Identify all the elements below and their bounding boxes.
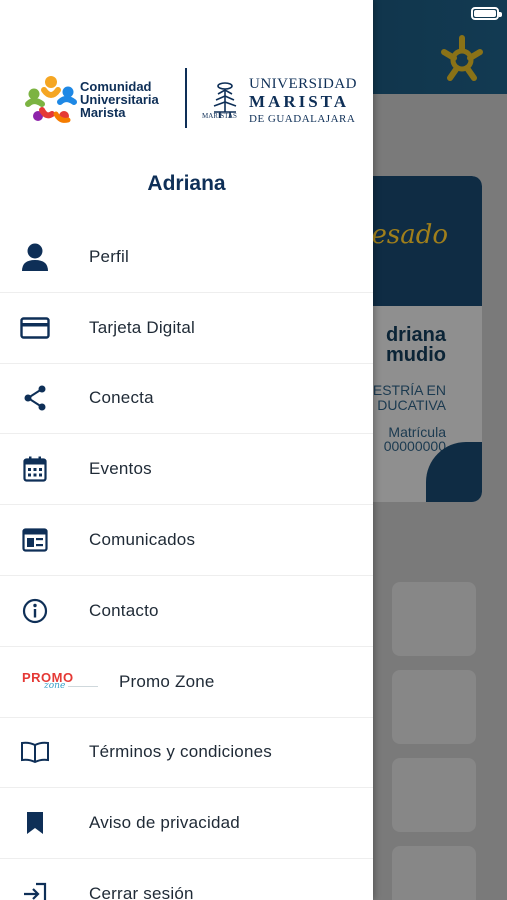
calendar-icon bbox=[20, 454, 50, 484]
background-tile bbox=[392, 846, 476, 900]
background-tile bbox=[392, 582, 476, 656]
background-tile bbox=[392, 670, 476, 744]
logo-divider bbox=[185, 68, 187, 128]
universidad-marista-logo-text: UNIVERSIDAD MARISTA DE GUADALAJARA bbox=[249, 76, 357, 125]
menu-item-label: Promo Zone bbox=[119, 671, 215, 691]
menu-item-label: Contacto bbox=[89, 600, 159, 620]
person-icon bbox=[20, 242, 50, 272]
maristas-small-text: MARISTAS bbox=[202, 112, 237, 120]
menu-item-label: Aviso de privacidad bbox=[89, 813, 240, 833]
background-tile bbox=[392, 758, 476, 832]
menu-item-label: Tarjeta Digital bbox=[89, 317, 195, 337]
comunidad-logo-text: Comunidad Universitaria Marista bbox=[80, 80, 159, 119]
menu-item-label: Eventos bbox=[89, 459, 152, 479]
menu-item-perfil[interactable]: Perfil bbox=[0, 222, 373, 293]
menu-item-contacto[interactable]: Contacto bbox=[0, 576, 373, 647]
menu-item-conecta[interactable]: Conecta bbox=[0, 364, 373, 435]
comunidad-line: Marista bbox=[80, 105, 126, 120]
promo-zone-logo: PROMO zone bbox=[22, 670, 102, 694]
menu-item-label: Conecta bbox=[89, 388, 154, 408]
drawer-menu: Perfil Tarjeta Digital Conecta Eventos C… bbox=[0, 222, 373, 900]
credit-card-icon bbox=[20, 313, 50, 343]
universidad-line2: MARISTA bbox=[249, 92, 350, 111]
book-icon bbox=[20, 737, 50, 767]
menu-item-eventos[interactable]: Eventos bbox=[0, 434, 373, 506]
app-logo-icon bbox=[441, 35, 483, 81]
menu-item-label: Perfil bbox=[89, 246, 129, 266]
menu-item-terminos[interactable]: Términos y condiciones bbox=[0, 718, 373, 789]
menu-item-comunicados[interactable]: Comunicados bbox=[0, 505, 373, 576]
menu-item-label: Comunicados bbox=[89, 530, 196, 550]
promo-logo-sub: zone bbox=[44, 680, 66, 691]
menu-item-label: Términos y condiciones bbox=[89, 742, 272, 762]
logout-icon bbox=[20, 879, 50, 900]
menu-item-promo-zone[interactable]: PROMO zone Promo Zone bbox=[0, 647, 373, 718]
universidad-line3: DE GUADALAJARA bbox=[249, 113, 356, 125]
navigation-drawer: Comunidad Universitaria Marista MARISTAS… bbox=[0, 0, 373, 900]
menu-item-tarjeta-digital[interactable]: Tarjeta Digital bbox=[0, 293, 373, 364]
info-icon bbox=[20, 596, 50, 626]
bookmark-icon bbox=[20, 808, 50, 838]
newspaper-icon bbox=[20, 525, 50, 555]
drawer-header: Comunidad Universitaria Marista MARISTAS… bbox=[0, 0, 373, 226]
menu-item-aviso-privacidad[interactable]: Aviso de privacidad bbox=[0, 788, 373, 860]
comunidad-universitaria-logo-icon bbox=[25, 76, 77, 123]
battery-icon bbox=[471, 7, 502, 20]
user-name: Adriana bbox=[147, 172, 226, 195]
menu-item-cerrar-sesion[interactable]: Cerrar sesión bbox=[0, 859, 373, 900]
share-icon bbox=[20, 383, 50, 413]
menu-item-label: Cerrar sesión bbox=[89, 884, 194, 900]
universidad-line1: UNIVERSIDAD bbox=[249, 76, 357, 92]
